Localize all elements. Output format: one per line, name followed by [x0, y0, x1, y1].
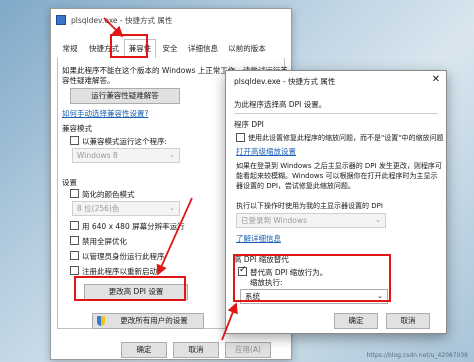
- tab-security[interactable]: 安全: [157, 41, 183, 57]
- run-troubleshooter-button[interactable]: 运行兼容性疑难解答: [70, 88, 180, 104]
- reduced-color-label: 简化的颜色模式: [82, 190, 135, 199]
- annotation-box-dpi-button: [74, 276, 186, 301]
- watermark: https://blog.csdn.net/u_42087038: [366, 352, 468, 359]
- admin-checkbox[interactable]: [70, 251, 79, 260]
- color-mode-select-value: 8 位(256)色: [77, 204, 120, 213]
- program-dpi-checkbox-label: 使用此设置修复此程序的缩放问题，而不是"设置"中的缩放问题: [248, 134, 444, 142]
- chevron-down-icon: ⌄: [169, 151, 175, 159]
- window-title: plsqldev.exe - 快捷方式 属性: [71, 16, 173, 25]
- intro-text-2: 容性疑难解答。: [62, 76, 115, 85]
- shield-icon: [97, 316, 105, 326]
- dialog-cancel-button[interactable]: 取消: [386, 313, 430, 329]
- app-icon: [56, 15, 66, 25]
- annotation-box-override: [233, 254, 391, 302]
- admin-label: 以管理员身份运行此程序: [82, 252, 165, 261]
- description-line-2: 能看起来较模糊。Windows 可以根据你在打开此程序时为主显示: [236, 172, 438, 180]
- compat-mode-select-value: Windows 8: [77, 151, 118, 160]
- color-mode-select[interactable]: 8 位(256)色 ⌄: [72, 201, 180, 216]
- register-restart-checkbox[interactable]: [70, 266, 79, 275]
- title-bar: plsqldev.exe - 快捷方式 属性: [51, 9, 291, 31]
- compat-mode-checkbox[interactable]: [70, 136, 79, 145]
- program-dpi-label: 程序 DPI: [234, 120, 264, 129]
- description-line-1: 如果在登录到 Windows 之后主显示器的 DPI 发生更改，则程序可: [236, 162, 442, 170]
- use-dpi-select-value: 已登录到 Windows: [241, 216, 307, 225]
- compat-mode-label: 兼容模式: [62, 124, 92, 133]
- learn-more-link[interactable]: 了解详细信息: [236, 233, 281, 244]
- cancel-button[interactable]: 取消: [173, 342, 219, 358]
- res-640-label: 用 640 x 480 屏幕分辨率运行: [82, 222, 185, 231]
- settings-label: 设置: [62, 178, 77, 187]
- change-all-users-label: 更改所有用户的设置: [120, 316, 188, 325]
- annotation-box-compat-tab: [110, 34, 148, 58]
- use-dpi-label: 执行以下操作时使用为我的主显示器设置的 DPI: [236, 202, 383, 210]
- tab-details[interactable]: 详细信息: [185, 41, 221, 57]
- tab-previous-versions[interactable]: 以前的版本: [223, 41, 271, 57]
- program-dpi-checkbox[interactable]: [236, 133, 245, 142]
- chevron-down-icon: ⌄: [375, 216, 381, 224]
- tab-general[interactable]: 常规: [57, 41, 83, 57]
- close-icon[interactable]: ✕: [432, 74, 440, 85]
- description-line-3: 器设置的 DPI，尝试修复此缩放问题。: [236, 182, 355, 190]
- choose-dpi-text: 为此程序选择高 DPI 设置。: [234, 100, 327, 109]
- tab-strip: 常规 快捷方式 兼容性 安全 详细信息 以前的版本: [51, 39, 291, 59]
- use-dpi-select[interactable]: 已登录到 Windows ⌄: [236, 213, 386, 228]
- fullscreen-opt-checkbox[interactable]: [70, 236, 79, 245]
- reduced-color-checkbox[interactable]: [70, 189, 79, 198]
- dialog-ok-button[interactable]: 确定: [334, 313, 378, 329]
- compat-mode-checkbox-label: 以兼容模式运行这个程序:: [82, 137, 168, 146]
- fullscreen-opt-label: 禁用全屏优化: [82, 237, 127, 246]
- dialog-title-bar: plsqldev.exe - 快捷方式 属性 ✕: [226, 71, 446, 91]
- change-all-users-button[interactable]: 更改所有用户的设置: [92, 313, 204, 329]
- ok-button[interactable]: 确定: [121, 342, 167, 358]
- manual-settings-link[interactable]: 如何手动选择兼容性设置?: [62, 108, 148, 119]
- open-scaling-settings-link[interactable]: 打开高级缩放设置: [236, 146, 296, 157]
- res-640-checkbox[interactable]: [70, 221, 79, 230]
- chevron-down-icon: ⌄: [169, 204, 175, 212]
- dialog-title: plsqldev.exe - 快捷方式 属性: [234, 77, 336, 86]
- compat-mode-select[interactable]: Windows 8 ⌄: [72, 148, 180, 163]
- apply-button[interactable]: 应用(A): [225, 342, 271, 358]
- divider: [234, 113, 438, 114]
